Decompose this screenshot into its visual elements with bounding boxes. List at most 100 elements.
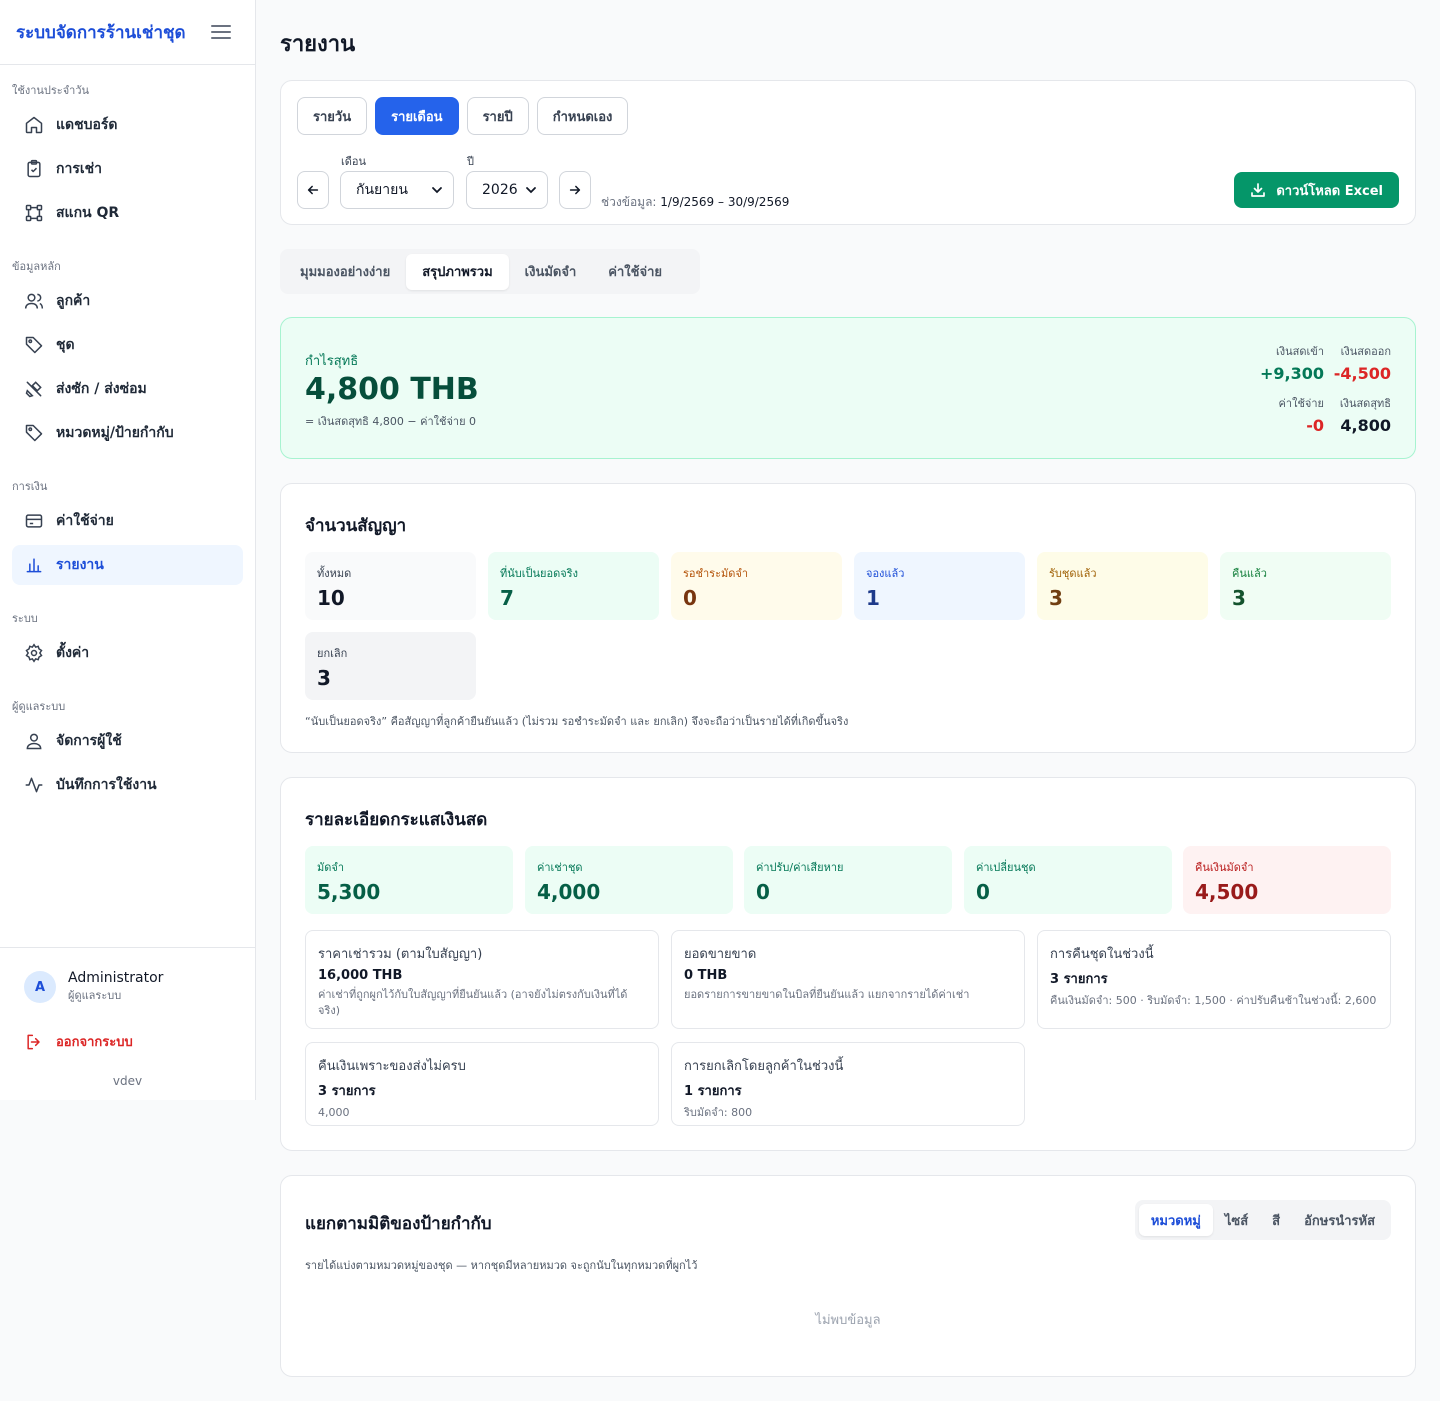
month-select[interactable]: กันยายน — [340, 171, 454, 209]
info-desc: 4,000 — [318, 1106, 350, 1119]
info-value: 3 รายการ — [1050, 972, 1108, 987]
cash-value: 4,500 — [1195, 880, 1259, 904]
cash-value: 0 — [756, 880, 770, 904]
stat-value: 0 — [683, 586, 697, 610]
tab-size[interactable]: ไซส์ — [1213, 1204, 1260, 1236]
range-label: ช่วงข้อมูล: — [601, 195, 657, 209]
logout-button[interactable]: ออกจากระบบ — [24, 1031, 133, 1052]
stat-label: ทั้งหมด — [317, 567, 352, 580]
stat-tile-cancelled: ยกเลิก 3 — [305, 632, 476, 700]
download-excel-button[interactable]: ดาวน์โหลด Excel — [1234, 172, 1399, 208]
period-filter-card: รายวัน รายเดือน รายปี กำหนดเอง เดือน กัน… — [280, 80, 1416, 225]
tab-monthly[interactable]: รายเดือน — [375, 97, 459, 135]
empty-state: ไม่พบข้อมูล — [815, 1313, 881, 1328]
info-title: การคืนชุดในช่วงนี้ — [1050, 947, 1154, 962]
next-period-button[interactable] — [559, 171, 591, 209]
sidebar-item-scan[interactable]: สแกน QR — [12, 193, 243, 233]
stat-tile-picked-up: รับชุดแล้ว 3 — [1037, 552, 1208, 620]
tab-code-prefix[interactable]: อักษรนำรหัส — [1292, 1204, 1387, 1236]
tag-dimension-card: แยกตามมิติของป้ายกำกับ หมวดหมู่ ไซส์ สี … — [280, 1175, 1416, 1377]
sidebar-item-label: ชุด — [56, 337, 75, 353]
stat-tile-returned: คืนแล้ว 3 — [1220, 552, 1391, 620]
cash-out-value: -4,500 — [1333, 364, 1391, 383]
sidebar-item-settings[interactable]: ตั้งค่า — [12, 633, 243, 673]
cash-tile-deposit-refund: คืนเงินมัดจำ 4,500 — [1183, 846, 1391, 914]
sidebar-item-categories[interactable]: หมวดหมู่/ป้ายกำกับ — [12, 413, 243, 453]
info-title: ยอดขายขาด — [684, 947, 757, 962]
tab-category[interactable]: หมวดหมู่ — [1138, 1204, 1213, 1236]
stat-value: 1 — [866, 586, 880, 610]
stat-label: รอชำระมัดจำ — [683, 567, 748, 580]
tab-simple-view[interactable]: มุมมองอย่างง่าย — [284, 254, 406, 290]
stat-value: 3 — [317, 666, 331, 690]
sidebar-item-dashboard[interactable]: แดชบอร์ด — [12, 105, 243, 145]
stat-value: 10 — [317, 586, 345, 610]
section-master: ข้อมูลหลัก — [12, 260, 61, 273]
cash-tile-penalty: ค่าปรับ/ค่าเสียหาย 0 — [744, 846, 952, 914]
contract-count-card: จำนวนสัญญา ทั้งหมด 10 ที่นับเป็นยอดจริง … — [280, 483, 1416, 753]
prev-period-button[interactable] — [297, 171, 329, 209]
app-brand[interactable]: ระบบจัดการร้านเช่าชุด — [16, 19, 186, 46]
info-desc: คืนเงินมัดจำ: 500 · ริบมัดจำ: 1,500 · ค่… — [1050, 994, 1377, 1007]
tag-icon — [25, 336, 43, 354]
clipboard-check-icon — [27, 159, 41, 178]
tab-deposit[interactable]: เงินมัดจำ — [509, 254, 593, 290]
cashflow-title: รายละเอียดกระแสเงินสด — [305, 810, 488, 830]
tab-daily[interactable]: รายวัน — [297, 97, 368, 135]
stat-value: 3 — [1232, 586, 1246, 610]
sidebar-item-laundry[interactable]: ส่งซัก / ส่งซ่อม — [12, 369, 243, 409]
tools-icon — [25, 381, 42, 398]
info-value: 16,000 THB — [318, 968, 403, 983]
tab-yearly[interactable]: รายปี — [466, 97, 529, 135]
cash-out-label: เงินสดออก — [1340, 345, 1391, 358]
net-profit-value: 4,800 THB — [305, 372, 479, 407]
expense-value: -0 — [1306, 416, 1324, 435]
sidebar-item-label: จัดการผู้ใช้ — [56, 733, 122, 749]
sidebar-item-activity[interactable]: บันทึกการใช้งาน — [12, 765, 243, 805]
contract-count-title: จำนวนสัญญา — [305, 516, 407, 536]
download-excel-label: ดาวน์โหลด Excel — [1276, 183, 1383, 199]
contract-note: “นับเป็นยอดจริง” คือสัญญาที่ลูกค้ายืนยัน… — [305, 715, 849, 728]
sidebar-item-rentals[interactable]: การเช่า — [12, 149, 243, 189]
info-desc: ริบมัดจำ: 800 — [684, 1106, 753, 1119]
expense-stat: ค่าใช้จ่าย -0 — [1279, 394, 1324, 435]
sidebar-item-reports[interactable]: รายงาน — [12, 545, 243, 585]
info-title: การยกเลิกโดยลูกค้าในช่วงนี้ — [684, 1059, 844, 1074]
stat-value: 7 — [500, 586, 514, 610]
net-cash-stat: เงินสดสุทธิ 4,800 — [1340, 394, 1391, 435]
info-value: 0 THB — [684, 968, 728, 983]
tab-overview[interactable]: สรุปภาพรวม — [406, 253, 509, 290]
tag-dimension-title: แยกตามมิติของป้ายกำกับ — [305, 1214, 492, 1234]
stat-label: จองแล้ว — [866, 567, 905, 580]
sidebar-item-expenses[interactable]: ค่าใช้จ่าย — [12, 501, 243, 541]
sidebar: ระบบจัดการร้านเช่าชุด ใช้งานประจำวัน แดช… — [0, 0, 256, 1100]
info-box-returns: การคืนชุดในช่วงนี้ 3 รายการ คืนเงินมัดจำ… — [1037, 930, 1391, 1029]
sidebar-item-outfits[interactable]: ชุด — [12, 325, 243, 365]
period-tabs: รายวัน รายเดือน รายปี กำหนดเอง — [297, 97, 629, 135]
stat-tile-pending-deposit: รอชำระมัดจำ 0 — [671, 552, 842, 620]
expense-label: ค่าใช้จ่าย — [1278, 397, 1324, 410]
sidebar-item-label: ค่าใช้จ่าย — [56, 513, 114, 529]
user-role: ผู้ดูแลระบบ — [68, 989, 122, 1002]
app-version: vdev — [112, 1074, 143, 1088]
month-label: เดือน — [341, 155, 367, 168]
label-icon — [25, 424, 43, 442]
year-select[interactable]: 2026 — [466, 171, 548, 209]
tab-custom[interactable]: กำหนดเอง — [536, 97, 629, 135]
stat-label: ที่นับเป็นยอดจริง — [500, 567, 578, 580]
sidebar-footer: A Administrator ผู้ดูแลระบบ ออกจากระบบ v… — [0, 947, 255, 1100]
net-cash-label: เงินสดสุทธิ — [1339, 397, 1391, 410]
section-admin: ผู้ดูแลระบบ — [12, 700, 66, 713]
tab-color[interactable]: สี — [1260, 1204, 1292, 1236]
tab-expenses[interactable]: ค่าใช้จ่าย — [592, 254, 678, 290]
net-profit-label: กำไรสุทธิ — [305, 354, 359, 369]
sidebar-item-users[interactable]: จัดการผู้ใช้ — [12, 721, 243, 761]
menu-toggle-icon[interactable] — [211, 22, 231, 42]
cash-value: 0 — [976, 880, 990, 904]
month-value: กันยายน — [356, 182, 408, 198]
logout-icon — [27, 1034, 40, 1049]
info-box-sales: ยอดขายขาด 0 THB ยอดรายการขายขาดในบิลที่ย… — [671, 930, 1025, 1029]
cash-label: ค่าเปลี่ยนชุด — [976, 861, 1036, 874]
view-tabs: มุมมองอย่างง่าย สรุปภาพรวม เงินมัดจำ ค่า… — [280, 249, 700, 294]
sidebar-item-customers[interactable]: ลูกค้า — [12, 281, 243, 321]
